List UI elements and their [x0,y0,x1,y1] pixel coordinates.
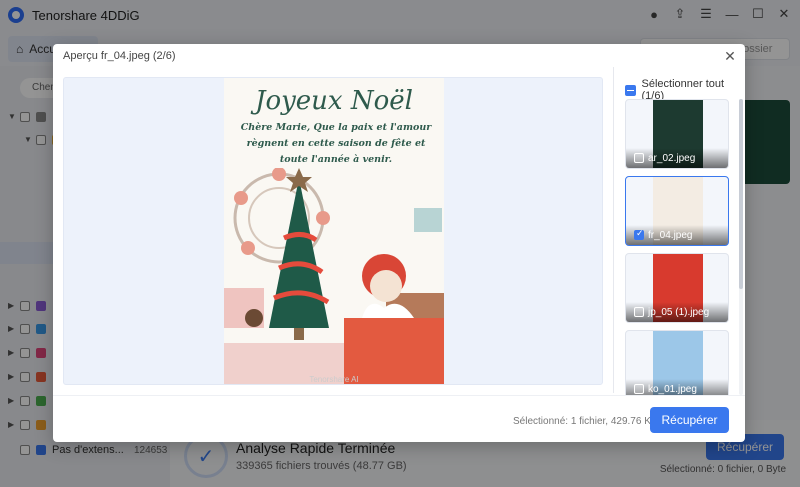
dialog-selection-summary: Sélectionné: 1 fichier, 429.76 KB [513,416,658,427]
select-all-box[interactable] [625,84,636,96]
thumbnail-name: ar_02.jpeg [648,152,696,164]
thumbnail-name: jp_05 (1).jpeg [648,306,710,318]
thumbnail-footer: fr_04.jpeg [626,225,728,245]
card-text: Chère Marie, Que la paix et l'amour règn… [240,122,432,165]
thumbnail-footer: jp_05 (1).jpeg [626,302,728,322]
thumbnail-item[interactable]: ko_01.jpeg [625,330,729,395]
dialog-title: Aperçu fr_04.jpeg (2/6) [63,50,176,62]
card-title: Joyeux Noël [255,86,413,116]
christmas-card-image: Joyeux Noël Chère Marie, Que la paix et … [224,78,444,384]
card-brand: Tenorshare AI [309,375,359,384]
thumbnail-checkbox[interactable] [634,228,644,240]
thumbnail-item[interactable]: fr_04.jpeg [625,176,729,246]
dialog-recover-button[interactable]: Récupérer [650,407,729,433]
panel-divider [613,67,614,393]
footer-divider [53,395,745,396]
preview-dialog: Aperçu fr_04.jpeg (2/6) ✕ Joyeux Noël Ch… [53,44,745,442]
thumbnail-list: ar_02.jpeg fr_04.jpeg jp_05 (1).jpeg ko_… [625,99,731,395]
image-preview: Joyeux Noël Chère Marie, Que la paix et … [63,77,603,385]
card-illustration [224,168,444,384]
thumbnail-checkbox[interactable] [634,307,644,317]
scrollbar-thumb[interactable] [739,99,743,289]
thumbnail-name: fr_04.jpeg [648,229,693,241]
close-icon[interactable]: ✕ [721,47,739,65]
thumbnail-checkbox[interactable] [634,384,644,394]
thumbnail-item[interactable]: jp_05 (1).jpeg [625,253,729,323]
thumbnail-scrollbar[interactable] [739,99,743,395]
thumbnail-name: ko_01.jpeg [648,383,697,395]
thumbnail-footer: ko_01.jpeg [626,379,728,395]
thumbnail-footer: ar_02.jpeg [626,148,728,168]
thumbnail-item[interactable]: ar_02.jpeg [625,99,729,169]
thumbnail-checkbox[interactable] [634,153,644,163]
